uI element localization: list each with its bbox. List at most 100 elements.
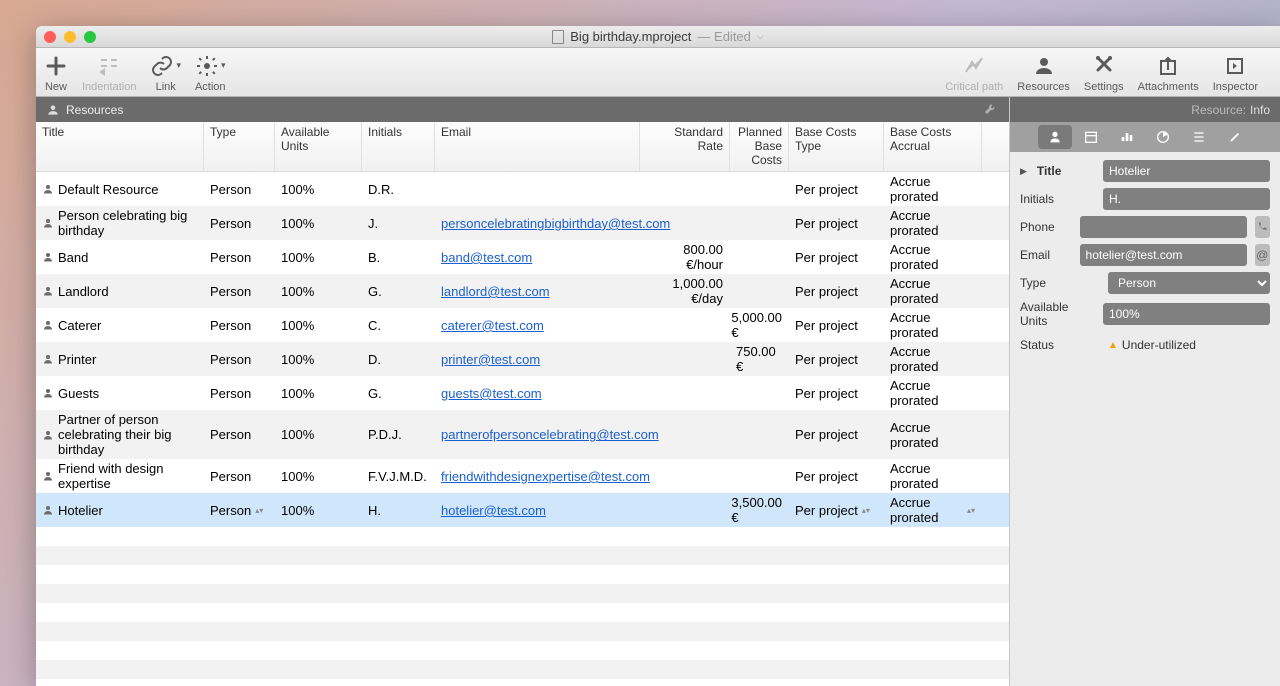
col-type[interactable]: Type bbox=[204, 122, 275, 171]
cell-standard-rate[interactable] bbox=[640, 410, 730, 459]
minimize-button[interactable] bbox=[64, 31, 76, 43]
cell-email[interactable]: caterer@test.com bbox=[435, 308, 640, 342]
attachments-button[interactable]: Attachments bbox=[1138, 52, 1199, 93]
link-button[interactable]: ▾ Link bbox=[150, 52, 181, 93]
cell-available-units[interactable]: 100% bbox=[275, 459, 362, 493]
table-row[interactable]: CatererPerson100%C.caterer@test.com5,000… bbox=[36, 308, 1009, 342]
cell-standard-rate[interactable] bbox=[640, 459, 730, 493]
cell-planned-base-costs[interactable] bbox=[730, 240, 789, 274]
cell-base-costs-type[interactable]: Per project bbox=[789, 376, 884, 410]
cell-title[interactable]: Default Resource bbox=[36, 172, 204, 206]
table-row[interactable]: PrinterPerson100%D.printer@test.com750.0… bbox=[36, 342, 1009, 376]
cell-type[interactable]: Person▴▾ bbox=[204, 493, 275, 527]
settings-button[interactable]: Settings bbox=[1084, 52, 1124, 93]
cell-initials[interactable]: J. bbox=[362, 206, 435, 240]
cell-available-units[interactable]: 100% bbox=[275, 376, 362, 410]
table-row[interactable]: Partner of person celebrating their big … bbox=[36, 410, 1009, 459]
cell-planned-base-costs[interactable] bbox=[730, 206, 789, 240]
cell-title[interactable]: Friend with design expertise bbox=[36, 459, 204, 493]
initials-input[interactable] bbox=[1103, 188, 1270, 210]
window-title[interactable]: Big birthday.mproject — Edited ⌵ bbox=[36, 29, 1280, 44]
cell-base-costs-type[interactable]: Per project bbox=[789, 240, 884, 274]
cell-standard-rate[interactable] bbox=[640, 308, 730, 342]
cell-type[interactable]: Person bbox=[204, 376, 275, 410]
cell-base-costs-type[interactable]: Per project bbox=[789, 410, 884, 459]
cell-base-costs-accrual[interactable]: Accrue prorated bbox=[884, 376, 982, 410]
cell-base-costs-accrual[interactable]: Accrue prorated bbox=[884, 308, 982, 342]
table-body[interactable]: Default ResourcePerson100%D.R.Per projec… bbox=[36, 172, 1009, 686]
email-link[interactable]: printer@test.com bbox=[441, 352, 540, 367]
col-email[interactable]: Email bbox=[435, 122, 640, 171]
inspector-tab-utilization[interactable] bbox=[1146, 125, 1180, 149]
cell-type[interactable]: Person bbox=[204, 459, 275, 493]
col-planned-base-costs[interactable]: Planned Base Costs bbox=[730, 122, 789, 171]
cell-title[interactable]: Landlord bbox=[36, 274, 204, 308]
cell-email[interactable]: guests@test.com bbox=[435, 376, 640, 410]
email-link[interactable]: hotelier@test.com bbox=[441, 503, 546, 518]
table-row[interactable]: Default ResourcePerson100%D.R.Per projec… bbox=[36, 172, 1009, 206]
cell-standard-rate[interactable] bbox=[640, 206, 730, 240]
cell-type[interactable]: Person bbox=[204, 308, 275, 342]
cell-available-units[interactable]: 100% bbox=[275, 206, 362, 240]
type-select[interactable]: Person bbox=[1108, 272, 1270, 294]
cell-available-units[interactable]: 100% bbox=[275, 493, 362, 527]
cell-standard-rate[interactable] bbox=[640, 342, 730, 376]
cell-title[interactable]: Guests bbox=[36, 376, 204, 410]
cell-planned-base-costs[interactable] bbox=[730, 376, 789, 410]
resources-tab[interactable]: Resources bbox=[46, 103, 123, 117]
col-base-costs-accrual[interactable]: Base Costs Accrual bbox=[884, 122, 982, 171]
cell-title[interactable]: Printer bbox=[36, 342, 204, 376]
inspector-tab-list[interactable] bbox=[1182, 125, 1216, 149]
cell-base-costs-type[interactable]: Per project bbox=[789, 172, 884, 206]
cell-initials[interactable]: D.R. bbox=[362, 172, 435, 206]
email-link[interactable]: caterer@test.com bbox=[441, 318, 544, 333]
email-link[interactable]: partnerofpersoncelebrating@test.com bbox=[441, 427, 659, 442]
col-standard-rate[interactable]: Standard Rate bbox=[640, 122, 730, 171]
cell-available-units[interactable]: 100% bbox=[275, 172, 362, 206]
cell-base-costs-accrual[interactable]: Accrue prorated bbox=[884, 274, 982, 308]
cell-planned-base-costs[interactable] bbox=[730, 410, 789, 459]
cell-initials[interactable]: G. bbox=[362, 376, 435, 410]
email-action-button[interactable]: @ bbox=[1255, 244, 1270, 266]
inspector-tab-calendar[interactable] bbox=[1074, 125, 1108, 149]
cell-planned-base-costs[interactable]: 750.00 € bbox=[730, 342, 789, 376]
table-row[interactable]: Person celebrating big birthdayPerson100… bbox=[36, 206, 1009, 240]
table-row[interactable]: HotelierPerson▴▾100%H.hotelier@test.com3… bbox=[36, 493, 1009, 527]
cell-planned-base-costs[interactable] bbox=[730, 274, 789, 308]
cell-standard-rate[interactable]: 800.00 €/hour bbox=[640, 240, 730, 274]
inspector-tab-notes[interactable] bbox=[1218, 125, 1252, 149]
cell-base-costs-accrual[interactable]: Accrue prorated bbox=[884, 172, 982, 206]
cell-planned-base-costs[interactable] bbox=[730, 459, 789, 493]
cell-type[interactable]: Person bbox=[204, 274, 275, 308]
cell-base-costs-type[interactable]: Per project▴▾ bbox=[789, 493, 884, 527]
cell-email[interactable]: partnerofpersoncelebrating@test.com bbox=[435, 410, 640, 459]
table-row[interactable]: BandPerson100%B.band@test.com800.00 €/ho… bbox=[36, 240, 1009, 274]
cell-base-costs-accrual[interactable]: Accrue prorated bbox=[884, 240, 982, 274]
cell-base-costs-type[interactable]: Per project bbox=[789, 459, 884, 493]
cell-email[interactable]: friendwithdesignexpertise@test.com bbox=[435, 459, 640, 493]
cell-available-units[interactable]: 100% bbox=[275, 342, 362, 376]
cell-email[interactable]: landlord@test.com bbox=[435, 274, 640, 308]
cell-available-units[interactable]: 100% bbox=[275, 308, 362, 342]
cell-standard-rate[interactable]: 1,000.00 €/day bbox=[640, 274, 730, 308]
col-base-costs-type[interactable]: Base Costs Type bbox=[789, 122, 884, 171]
phone-input[interactable] bbox=[1080, 216, 1247, 238]
col-initials[interactable]: Initials bbox=[362, 122, 435, 171]
cell-email[interactable]: hotelier@test.com bbox=[435, 493, 640, 527]
cell-title[interactable]: Caterer bbox=[36, 308, 204, 342]
cell-available-units[interactable]: 100% bbox=[275, 240, 362, 274]
cell-base-costs-accrual[interactable]: Accrue prorated bbox=[884, 206, 982, 240]
new-button[interactable]: New bbox=[44, 52, 68, 93]
inspector-tab-info[interactable] bbox=[1038, 125, 1072, 149]
maximize-button[interactable] bbox=[84, 31, 96, 43]
cell-standard-rate[interactable] bbox=[640, 493, 730, 527]
cell-planned-base-costs[interactable]: 5,000.00 € bbox=[730, 308, 789, 342]
resources-button[interactable]: Resources bbox=[1017, 52, 1070, 93]
email-input[interactable] bbox=[1080, 244, 1247, 266]
cell-base-costs-accrual[interactable]: Accrue prorated▴▾ bbox=[884, 493, 982, 527]
email-link[interactable]: landlord@test.com bbox=[441, 284, 550, 299]
cell-standard-rate[interactable] bbox=[640, 376, 730, 410]
cell-initials[interactable]: P.D.J. bbox=[362, 410, 435, 459]
col-title[interactable]: Title bbox=[36, 122, 204, 171]
cell-base-costs-accrual[interactable]: Accrue prorated bbox=[884, 410, 982, 459]
